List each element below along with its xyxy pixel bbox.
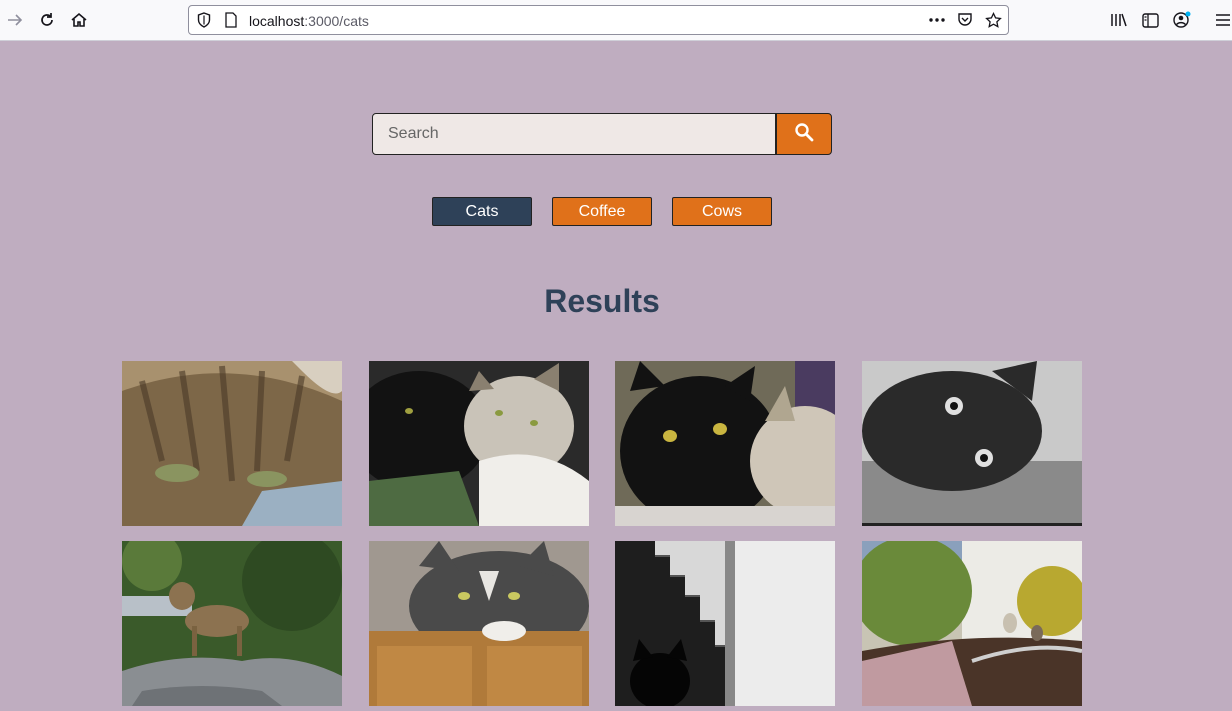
bookmark-star-icon[interactable]	[984, 11, 1002, 29]
more-actions-icon[interactable]	[928, 11, 946, 29]
search-bar	[372, 113, 832, 155]
category-button-coffee[interactable]: Coffee	[552, 197, 652, 226]
search-icon	[794, 122, 814, 147]
url-path: :3000/cats	[304, 13, 369, 29]
url-host: localhost	[249, 13, 305, 29]
url-text[interactable]: localhost:3000/cats	[249, 13, 369, 29]
result-image[interactable]	[862, 541, 1082, 706]
reload-icon[interactable]	[35, 8, 59, 32]
search-button[interactable]	[776, 113, 832, 155]
result-image[interactable]	[369, 541, 589, 706]
browser-toolbar: localhost:3000/cats	[0, 0, 1232, 41]
result-image[interactable]	[615, 361, 835, 526]
result-image[interactable]	[122, 541, 342, 706]
account-icon[interactable]	[1170, 8, 1194, 32]
search-input[interactable]	[372, 113, 776, 155]
menu-icon[interactable]	[1211, 8, 1232, 32]
library-icon[interactable]	[1107, 8, 1131, 32]
forward-icon[interactable]	[3, 8, 27, 32]
page-icon	[222, 11, 240, 29]
address-bar[interactable]: localhost:3000/cats	[188, 5, 1009, 35]
result-image[interactable]	[122, 361, 342, 526]
pocket-icon[interactable]	[956, 11, 974, 29]
home-icon[interactable]	[67, 8, 91, 32]
result-image[interactable]	[862, 361, 1082, 526]
results-title: Results	[544, 283, 660, 319]
sidebar-icon[interactable]	[1138, 8, 1162, 32]
category-button-cats[interactable]: Cats	[432, 197, 532, 226]
shield-icon[interactable]	[195, 11, 213, 29]
result-image[interactable]	[369, 361, 589, 526]
category-button-cows[interactable]: Cows	[672, 197, 772, 226]
result-image[interactable]	[615, 541, 835, 706]
